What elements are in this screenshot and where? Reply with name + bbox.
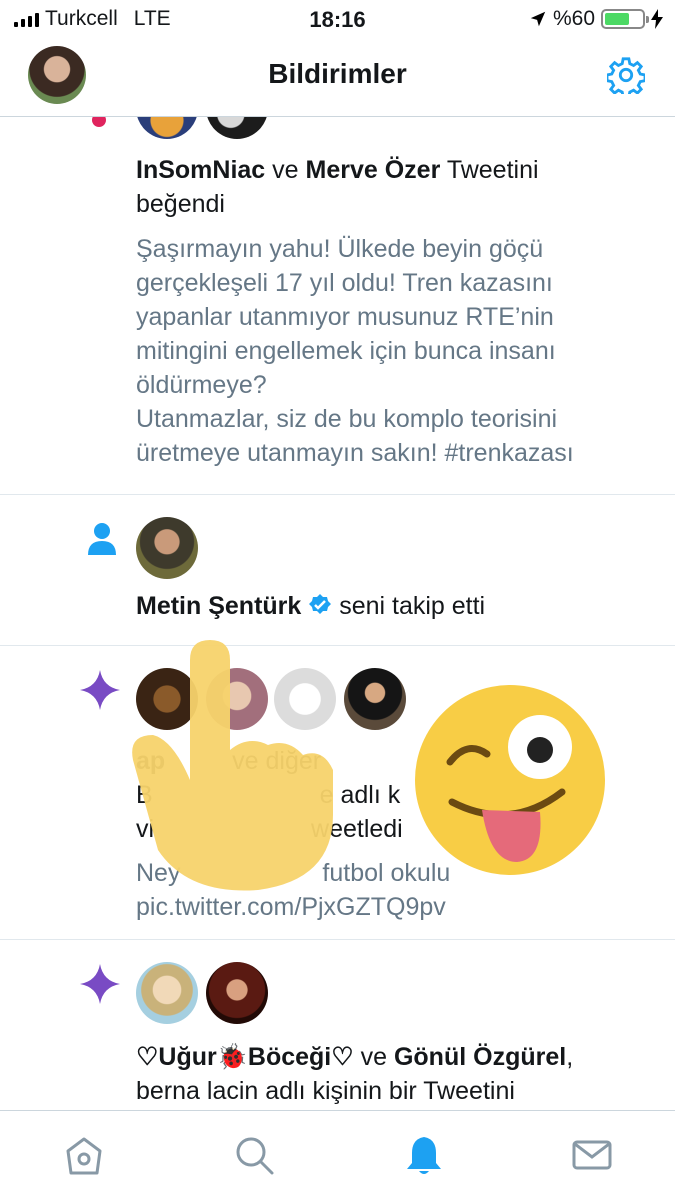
tweet-text[interactable]: Utanmazlar, siz de bu komplo teorisini <box>136 402 557 436</box>
pointing-hand-sticker <box>132 640 333 891</box>
tweet-text[interactable]: gerçekleşeli 17 yıl oldu! Tren kazasını <box>136 266 553 300</box>
top-bar: Bildirimler <box>0 40 675 117</box>
ladybug-emoji: 🐞 <box>216 1043 248 1071</box>
tweet-text[interactable]: üretmeye utanmayın sakın! #trenkazası <box>136 436 574 470</box>
avatar[interactable] <box>206 117 268 139</box>
notification-follow[interactable]: Metin Şentürk seni takip etti <box>0 495 675 646</box>
actor-name[interactable]: Böceği♡ <box>248 1043 354 1071</box>
avatar[interactable] <box>136 962 198 1024</box>
actor-name[interactable]: InSomNiac <box>136 156 265 184</box>
battery-icon <box>601 9 649 29</box>
actor-name[interactable]: Gönül Özgürel <box>394 1043 566 1071</box>
conjunction: ve <box>272 156 299 184</box>
person-icon <box>88 523 116 555</box>
status-right: %60 <box>529 7 663 31</box>
tweet-text[interactable]: öldürmeye? <box>136 368 267 402</box>
charging-bolt-icon <box>651 9 663 29</box>
gear-icon[interactable] <box>607 56 645 94</box>
actor-name[interactable]: Metin Şentürk <box>136 592 301 620</box>
tweet-text[interactable]: yapanlar utanmıyor musunuz RTE’nin <box>136 300 554 334</box>
heart-icon <box>92 117 106 127</box>
notification-like[interactable]: InSomNiac ve Merve Özer Tweetini beğendi… <box>0 117 675 495</box>
notification-retweet[interactable]: ♡Uğur🐞Böceği♡ ve Gönül Özgürel, berna la… <box>0 940 675 1111</box>
battery-percent: %60 <box>552 7 595 30</box>
avatar[interactable] <box>136 517 198 579</box>
conjunction: ve <box>360 1043 388 1071</box>
home-icon[interactable] <box>62 1133 106 1177</box>
tweet-text[interactable]: mitingini engellemek için bunca insanı <box>136 334 556 368</box>
location-arrow-icon <box>530 11 546 27</box>
page-title: Bildirimler <box>268 58 407 89</box>
actor-name[interactable]: Merve Özer <box>306 156 441 184</box>
action-text: beğendi <box>136 190 225 218</box>
verified-icon <box>309 594 332 614</box>
notifications-feed[interactable]: InSomNiac ve Merve Özer Tweetini beğendi… <box>0 117 675 1111</box>
avatar[interactable] <box>136 117 198 139</box>
bell-icon[interactable] <box>402 1133 446 1177</box>
status-bar: Turkcell LTE 18:16 %60 <box>0 0 675 40</box>
mail-icon[interactable] <box>570 1133 614 1177</box>
winking-tongue-emoji-sticker <box>415 685 605 875</box>
action-text: Tweetini <box>446 156 539 184</box>
avatar[interactable] <box>206 962 268 1024</box>
bottom-tab-bar <box>0 1110 675 1201</box>
actor-name[interactable]: ♡Uğur <box>136 1043 217 1071</box>
action-text: seni takip etti <box>339 592 486 620</box>
tweet-text[interactable]: Şaşırmayın yahu! Ülkede beyin göçü <box>136 232 543 266</box>
avatar[interactable] <box>344 668 406 730</box>
sparkle-icon <box>80 964 120 1004</box>
action-text: berna lacin adlı kişinin bir Tweetini <box>136 1077 515 1105</box>
search-icon[interactable] <box>232 1133 276 1177</box>
sparkle-icon <box>80 670 120 710</box>
